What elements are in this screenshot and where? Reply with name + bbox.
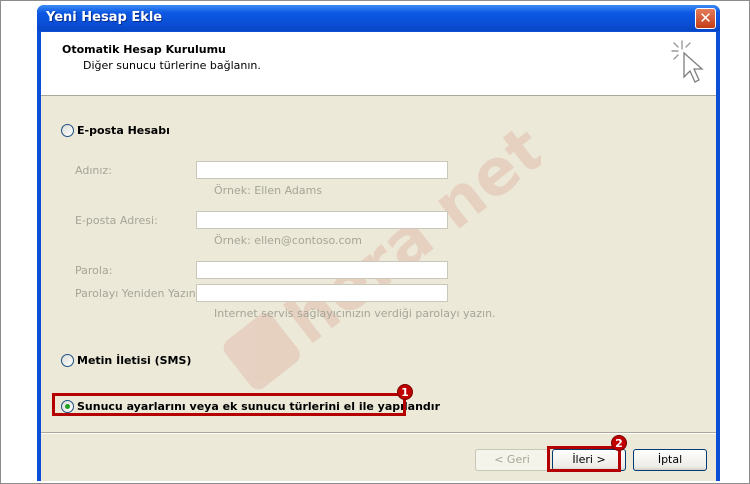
email-label: E-posta Adresi: <box>75 214 158 227</box>
sms-option[interactable]: Metin İletisi (SMS) <box>61 354 191 367</box>
step-badge-1: 1 <box>397 384 413 400</box>
title-bar[interactable]: Yeni Hesap Ekle ✕ <box>37 5 720 31</box>
name-hint: Örnek: Ellen Adams <box>214 184 323 197</box>
close-icon: ✕ <box>699 9 712 27</box>
email-account-radio[interactable] <box>61 124 74 137</box>
header-title: Otomatik Hesap Kurulumu <box>62 43 226 56</box>
highlight-manual-option <box>52 393 406 416</box>
window-title: Yeni Hesap Ekle <box>46 10 163 25</box>
password-confirm-label: Parolayı Yeniden Yazın: <box>75 287 200 300</box>
name-label: Adınız: <box>75 164 112 177</box>
step-badge-2: 2 <box>611 435 627 451</box>
back-button[interactable]: < Geri <box>475 449 549 471</box>
wizard-header: Otomatik Hesap Kurulumu Diğer sunucu tür… <box>41 32 716 96</box>
highlight-next-button <box>547 446 621 472</box>
password-confirm-field[interactable] <box>196 284 448 302</box>
dialog-body: Otomatik Hesap Kurulumu Diğer sunucu tür… <box>41 32 716 481</box>
email-account-option[interactable]: E-posta Hesabı <box>61 124 170 137</box>
header-subtitle: Diğer sunucu türlerine bağlanın. <box>83 59 261 72</box>
cancel-button[interactable]: İptal <box>633 449 707 471</box>
email-field[interactable] <box>196 211 448 229</box>
name-field[interactable] <box>196 161 448 179</box>
wizard-cursor-icon <box>671 40 704 83</box>
add-account-dialog: Yeni Hesap Ekle ✕ Otomatik Hesap Kurulum… <box>37 5 720 481</box>
close-button[interactable]: ✕ <box>695 8 716 29</box>
password-hint: Internet servis sağlayıcınızın verdiği p… <box>214 307 496 320</box>
sms-label: Metin İletisi (SMS) <box>77 354 192 367</box>
email-hint: Örnek: ellen@contoso.com <box>214 234 362 247</box>
password-field[interactable] <box>196 261 448 279</box>
email-account-label: E-posta Hesabı <box>77 124 170 137</box>
footer-divider <box>41 432 716 434</box>
password-label: Parola: <box>75 264 113 277</box>
sms-radio[interactable] <box>61 354 74 367</box>
